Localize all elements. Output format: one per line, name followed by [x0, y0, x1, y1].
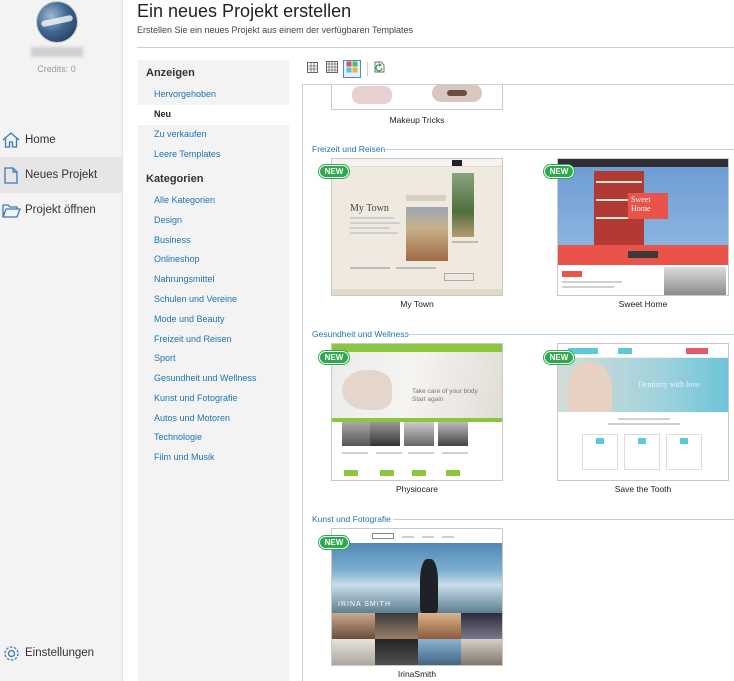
filter-for-sale[interactable]: Zu verkaufen	[154, 129, 207, 139]
new-badge: NEW	[544, 165, 574, 178]
category-item[interactable]: Sport	[154, 353, 176, 363]
section-divider	[405, 334, 734, 335]
nav-item-new-project[interactable]: Neues Projekt	[0, 157, 122, 193]
category-item[interactable]: Alle Kategorien	[154, 195, 215, 205]
category-item[interactable]: Nahrungsmittel	[154, 274, 215, 284]
header-divider	[137, 47, 734, 48]
template-thumbnail-physiocare[interactable]: Take care of your body Start again	[331, 343, 503, 481]
section-title: Kunst und Fotografie	[312, 514, 391, 524]
gear-icon	[0, 645, 25, 662]
preview-heading: My Town	[350, 203, 389, 214]
categories-heading: Kategorien	[146, 173, 204, 185]
template-name: Sweet Home	[618, 299, 668, 309]
category-item[interactable]: Technologie	[154, 432, 202, 442]
section-divider	[383, 149, 734, 150]
template-thumbnail-sweet-home[interactable]: Sweet Home	[557, 158, 729, 296]
template-thumbnail-irinasmith[interactable]: IRINA SMITH	[331, 528, 503, 666]
nav-item-label: Neues Projekt	[25, 169, 98, 181]
template-name: My Town	[400, 299, 434, 309]
new-badge: NEW	[319, 536, 349, 549]
credits-label: Credits: 0	[37, 64, 76, 74]
category-item[interactable]: Onlineshop	[154, 254, 200, 264]
username-redacted	[31, 47, 83, 57]
section-divider	[393, 519, 734, 520]
page-title: Ein neues Projekt erstellen	[137, 1, 352, 21]
template-name: Physiocare	[395, 484, 439, 494]
category-item[interactable]: Kunst und Fotografie	[154, 393, 238, 403]
left-navigation: Credits: 0 Home Neues Projekt Projekt öf…	[0, 0, 123, 681]
medium-grid-view-button[interactable]	[323, 60, 341, 78]
large-grid-view-button[interactable]	[343, 60, 361, 78]
category-item[interactable]: Schulen und Vereine	[154, 294, 237, 304]
section-title: Gesundheit und Wellness	[312, 329, 409, 339]
category-item[interactable]: Freizeit und Reisen	[154, 334, 232, 344]
filter-featured[interactable]: Hervorgehoben	[154, 89, 216, 99]
preview-heading: Dentistry with love	[638, 380, 700, 389]
template-thumbnail-save-the-tooth[interactable]: Dentistry with love	[557, 343, 729, 481]
nav-item-label: Projekt öffnen	[25, 204, 96, 216]
new-badge: NEW	[544, 351, 574, 364]
nav-item-label: Einstellungen	[25, 647, 95, 659]
template-thumbnail-my-town[interactable]: My Town	[331, 158, 503, 296]
app-window: Credits: 0 Home Neues Projekt Projekt öf…	[0, 0, 734, 681]
category-item[interactable]: Film und Musik	[154, 452, 215, 462]
category-item[interactable]: Business	[154, 235, 191, 245]
category-item[interactable]: Design	[154, 215, 182, 225]
category-panel: Anzeigen Hervorgehoben Neu Zu verkaufen …	[138, 60, 289, 681]
nav-item-open-project[interactable]: Projekt öffnen	[0, 192, 122, 228]
template-name: Makeup Tricks	[389, 115, 445, 125]
template-gallery: Makeup Tricks Freizeit und Reisen NEW My…	[302, 84, 734, 681]
preview-heading: Take care of your body Start again	[412, 388, 478, 403]
small-grid-view-icon	[306, 60, 318, 78]
preview-heading: Sweet Home	[628, 193, 668, 219]
small-grid-view-button[interactable]	[303, 60, 321, 78]
show-heading: Anzeigen	[146, 67, 195, 79]
toolbar-separator	[367, 62, 368, 76]
new-badge: NEW	[319, 165, 349, 178]
refresh-button[interactable]	[370, 60, 388, 78]
template-thumbnail-makeup-tricks[interactable]	[331, 85, 503, 110]
preview-heading: IRINA SMITH	[338, 601, 392, 608]
nav-item-settings[interactable]: Einstellungen	[0, 635, 122, 671]
page-subtitle: Erstellen Sie ein neues Projekt aus eine…	[137, 25, 413, 35]
folder-open-icon	[0, 203, 25, 218]
filter-empty-templates[interactable]: Leere Templates	[154, 149, 220, 159]
section-title: Freizeit und Reisen	[312, 144, 386, 154]
large-grid-view-icon	[346, 60, 358, 78]
template-name: IrinaSmith	[397, 669, 437, 679]
category-item[interactable]: Mode und Beauty	[154, 314, 225, 324]
template-name: Save the Tooth	[614, 484, 672, 494]
category-item[interactable]: Gesundheit und Wellness	[154, 373, 256, 383]
nav-item-home[interactable]: Home	[0, 122, 122, 158]
new-badge: NEW	[319, 351, 349, 364]
user-avatar[interactable]	[37, 2, 77, 42]
new-file-icon	[0, 166, 25, 184]
filter-new[interactable]: Neu	[154, 109, 171, 119]
refresh-icon	[373, 60, 386, 78]
nav-item-label: Home	[25, 134, 56, 146]
medium-grid-view-icon	[326, 60, 338, 78]
home-icon	[0, 132, 25, 148]
category-item[interactable]: Autos und Motoren	[154, 413, 230, 423]
